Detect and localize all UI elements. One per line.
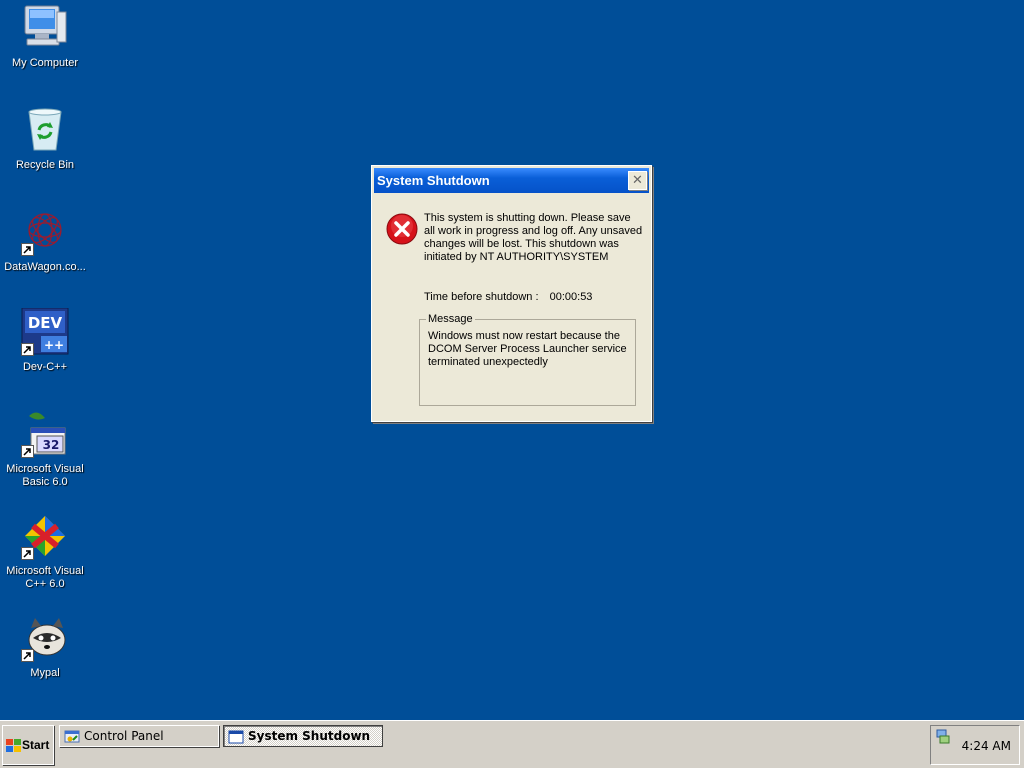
countdown-value: 00:00:53: [549, 291, 593, 303]
taskbar-item-system-shutdown[interactable]: System Shutdown: [223, 725, 383, 747]
shortcut-arrow-icon: [21, 547, 34, 560]
start-label: Start: [22, 738, 50, 752]
dialog-titlebar[interactable]: System Shutdown ✕: [374, 168, 649, 193]
desktop-icon-label: Recycle Bin: [15, 159, 75, 171]
my-computer-icon: [21, 4, 69, 52]
taskbar-item-control-panel[interactable]: Control Panel: [59, 725, 219, 747]
desktop-icon-mypal[interactable]: Mypal: [0, 614, 90, 680]
svg-text:++: ++: [44, 338, 64, 352]
mypal-raccoon-icon: [21, 614, 69, 662]
desktop-icon-label: Microsoft Visual C++ 6.0: [6, 565, 84, 590]
desktop-icon-dev-cpp[interactable]: DEV ++ Dev-C++: [0, 307, 90, 374]
desktop-icon-my-computer[interactable]: My Computer: [0, 4, 90, 70]
taskbar: Start Control Panel System Shutdown 4:24…: [0, 720, 1024, 768]
clock[interactable]: 4:24 AM: [962, 739, 1011, 753]
desktop-icon-label: DataWagon.co...: [4, 261, 86, 273]
error-icon: [385, 212, 419, 249]
visual-basic-icon: 32: [21, 410, 69, 458]
shortcut-arrow-icon: [21, 243, 34, 256]
message-groupbox: Message Windows must now restart because…: [419, 313, 636, 406]
svg-text:32: 32: [43, 438, 60, 452]
countdown-label: Time before shutdown :: [424, 291, 539, 303]
shortcut-arrow-icon: [21, 445, 34, 458]
visual-cpp-icon: [21, 512, 69, 560]
control-panel-icon: [64, 729, 80, 748]
system-tray: 4:24 AM: [930, 725, 1020, 765]
groupbox-label: Message: [426, 313, 475, 325]
window-icon: [228, 729, 244, 748]
shortcut-arrow-icon: [21, 649, 34, 662]
taskbar-item-label: System Shutdown: [248, 729, 371, 743]
countdown-row: Time before shutdown : 00:00:53: [424, 291, 592, 303]
start-button[interactable]: Start: [2, 725, 54, 765]
close-button[interactable]: ✕: [628, 171, 647, 190]
datawagon-icon: [21, 208, 69, 256]
desktop-icon-label: Mypal: [30, 667, 60, 679]
system-shutdown-dialog: System Shutdown ✕ This system is shuttin…: [371, 165, 652, 422]
windows-logo-icon: [6, 739, 21, 756]
dev-cpp-icon: DEV ++: [21, 307, 69, 356]
recycle-bin-icon: [21, 106, 69, 154]
desktop-icon-datawagon[interactable]: DataWagon.co...: [0, 208, 90, 274]
network-icon[interactable]: [935, 729, 951, 748]
close-icon: ✕: [632, 173, 643, 188]
desktop-icon-visual-cpp[interactable]: Microsoft Visual C++ 6.0: [0, 512, 90, 591]
desktop-icon-label: My Computer: [11, 57, 79, 69]
desktop-icon-visual-basic[interactable]: 32 Microsoft Visual Basic 6.0: [0, 410, 90, 489]
groupbox-text: Windows must now restart because the DCO…: [428, 330, 627, 368]
desktop-icon-label: Microsoft Visual Basic 6.0: [6, 463, 84, 488]
desktop-icon-label: Dev-C++: [22, 361, 68, 373]
taskbar-item-label: Control Panel: [84, 729, 164, 743]
shutdown-message: This system is shutting down. Please sav…: [424, 212, 643, 263]
shortcut-arrow-icon: [21, 343, 34, 356]
desktop-icon-recycle-bin[interactable]: Recycle Bin: [0, 106, 90, 172]
svg-text:DEV: DEV: [28, 314, 63, 332]
dialog-title: System Shutdown: [377, 173, 490, 188]
